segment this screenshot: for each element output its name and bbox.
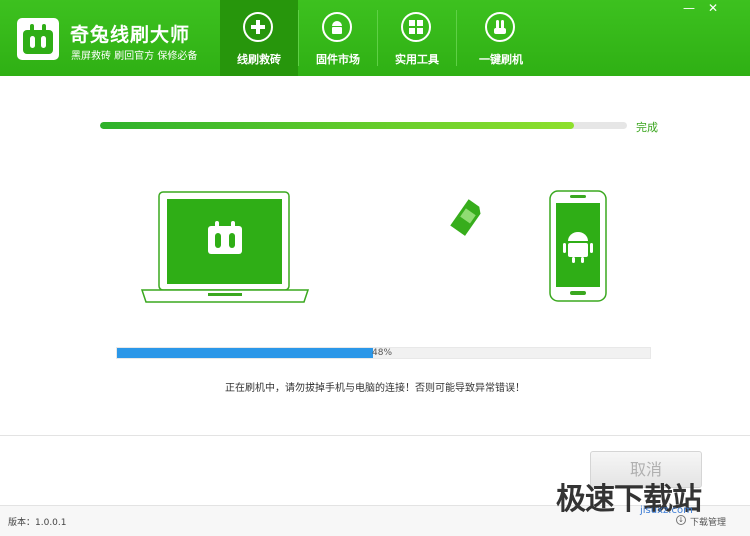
computer-illustration bbox=[140, 190, 311, 309]
android-icon bbox=[322, 12, 352, 42]
overall-progress-bar bbox=[100, 122, 627, 129]
app-logo bbox=[17, 18, 59, 60]
app-subtitle: 黑屏救砖 刷回官方 保修必备 bbox=[71, 51, 198, 62]
grid-icon bbox=[401, 12, 431, 42]
tab-utilities[interactable]: 实用工具 bbox=[378, 0, 456, 76]
tab-label: 固件市场 bbox=[316, 53, 360, 66]
phone-illustration bbox=[548, 190, 608, 308]
tab-flash-rescue[interactable]: 线刷救砖 bbox=[220, 0, 298, 76]
tab-label: 一键刷机 bbox=[479, 53, 523, 66]
cross-icon bbox=[243, 12, 273, 42]
minimize-button[interactable]: — bbox=[681, 2, 697, 14]
overall-progress-fill bbox=[100, 122, 575, 129]
flash-warning-text: 正在刷机中，请勿拔掉手机与电脑的连接！否则可能导致异常错误！ bbox=[225, 383, 525, 394]
title-bar: 奇兔线刷大师 黑屏救砖 刷回官方 保修必备 线刷救砖 固件市场 实用工具 一键刷… bbox=[0, 0, 750, 76]
version-label: 版本：1.0.0.1 bbox=[8, 518, 67, 528]
flash-progress-percent: 48% bbox=[372, 348, 393, 358]
tab-divider bbox=[456, 10, 457, 66]
watermark-url: jisuxz.com bbox=[640, 505, 693, 516]
tab-one-click-flash[interactable]: 一键刷机 bbox=[462, 0, 540, 76]
divider bbox=[0, 435, 750, 436]
rabbit-icon bbox=[485, 12, 515, 42]
sim-card-icon bbox=[449, 196, 483, 242]
app-title: 奇兔线刷大师 bbox=[70, 24, 191, 46]
tab-label: 实用工具 bbox=[395, 53, 439, 66]
close-button[interactable]: ✕ bbox=[705, 2, 721, 14]
tab-label: 线刷救砖 bbox=[237, 53, 281, 66]
flash-progress-fill bbox=[117, 348, 373, 358]
tab-firmware-market[interactable]: 固件市场 bbox=[299, 0, 377, 76]
overall-progress-label: 完成 bbox=[636, 121, 658, 134]
